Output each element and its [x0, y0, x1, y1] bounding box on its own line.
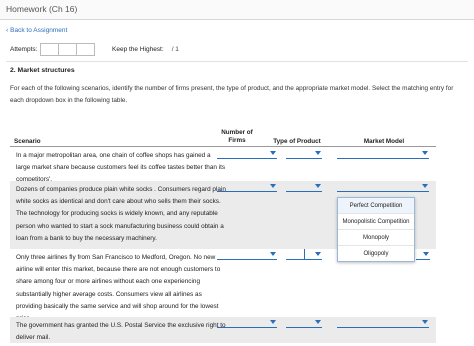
chevron-down-icon — [422, 151, 428, 155]
text-cursor — [304, 249, 305, 259]
attempt-box — [76, 43, 95, 56]
col-header-market-model: Market Model — [363, 138, 405, 145]
market-model-dropdown[interactable] — [337, 317, 429, 328]
page-title: Homework (Ch 16) — [6, 4, 78, 14]
chevron-down-icon — [270, 252, 276, 256]
type-of-product-dropdown[interactable] — [286, 181, 322, 192]
market-model-menu: Perfect Competition Monopolistic Competi… — [337, 197, 415, 262]
keep-highest-label: Keep the Highest: — [112, 46, 164, 53]
back-arrow-icon: ‹ — [6, 27, 9, 34]
market-model-dropdown[interactable] — [337, 148, 429, 159]
chevron-down-icon — [422, 320, 428, 324]
menu-option-oligopoly[interactable]: Oligopoly — [338, 246, 414, 262]
question-title: 2. Market structures — [10, 67, 75, 74]
chevron-down-icon — [422, 184, 428, 188]
chevron-down-icon — [270, 184, 276, 188]
chevron-down-icon — [315, 151, 321, 155]
number-of-firms-dropdown[interactable] — [217, 181, 277, 192]
keep-highest-value: / 1 — [171, 46, 179, 53]
attempt-box — [40, 43, 59, 56]
type-of-product-dropdown[interactable] — [286, 317, 322, 328]
divider — [6, 61, 468, 62]
chevron-down-icon — [423, 252, 429, 256]
col-header-type-of-product: Type of Product — [273, 138, 321, 145]
market-model-dropdown[interactable] — [416, 249, 430, 260]
chevron-down-icon — [315, 184, 321, 188]
chevron-down-icon — [270, 320, 276, 324]
back-link-label: Back to Assignment — [10, 27, 68, 34]
number-of-firms-dropdown[interactable] — [217, 317, 277, 328]
attempt-box — [58, 43, 77, 56]
number-of-firms-dropdown[interactable] — [217, 148, 277, 159]
question-instructions: For each of the following scenarios, ide… — [10, 85, 454, 104]
scenario-text: Dozens of companies produce plain white … — [16, 186, 226, 242]
type-of-product-dropdown[interactable] — [286, 148, 322, 159]
scenario-text: The government has granted the U.S. Post… — [16, 322, 226, 342]
keep-highest: Keep the Highest: / 1 — [112, 46, 179, 53]
type-of-product-dropdown[interactable] — [286, 249, 322, 260]
attempts-label: Attempts: — [10, 46, 38, 53]
market-model-dropdown[interactable] — [337, 181, 429, 192]
number-of-firms-dropdown[interactable] — [217, 249, 277, 260]
col-header-number-of-firms: Number of Firms — [221, 129, 253, 144]
chevron-down-icon — [270, 151, 276, 155]
menu-option-perfect-competition[interactable]: Perfect Competition — [338, 198, 414, 214]
chevron-down-icon — [315, 252, 321, 256]
menu-option-monopoly[interactable]: Monopoly — [338, 230, 414, 246]
title-bar: Homework (Ch 16) — [0, 0, 474, 20]
menu-option-monopolistic-competition[interactable]: Monopolistic Competition — [338, 214, 414, 230]
chevron-down-icon — [315, 320, 321, 324]
back-to-assignment-link[interactable]: ‹ Back to Assignment — [6, 27, 67, 34]
scenario-text: Only three airlines fly from San Francis… — [16, 254, 221, 322]
attempt-boxes — [40, 43, 95, 56]
col-header-scenario: Scenario — [14, 138, 41, 145]
